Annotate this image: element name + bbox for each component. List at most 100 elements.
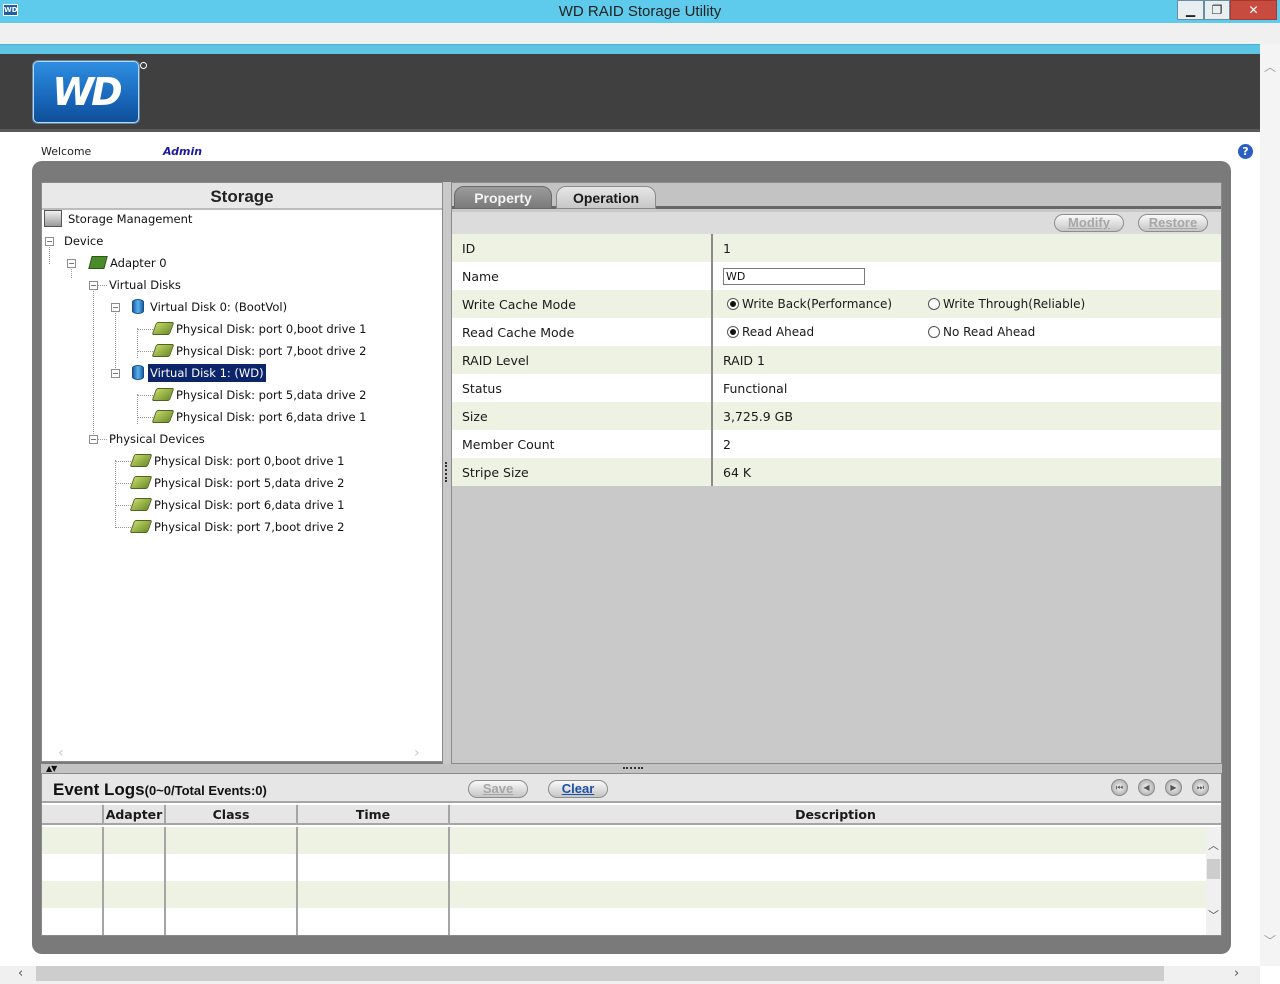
table-row (42, 854, 1206, 881)
clear-log-button[interactable]: Clear (548, 780, 608, 798)
help-icon[interactable]: ? (1238, 144, 1253, 159)
app-window: WD WD RAID Storage Utility ▁ ❐ ✕ WD ︿ ﹀ … (0, 0, 1280, 984)
table-row (42, 908, 1206, 935)
welcome-label: Welcome (41, 145, 92, 158)
col-blank (42, 805, 104, 825)
adapter-collapse-toggle[interactable]: − (67, 259, 76, 268)
splitter-grip-icon (445, 462, 448, 482)
restore-button[interactable]: Restore (1138, 214, 1208, 232)
page-vertical-scrollbar[interactable]: ︿ ﹀ (1260, 44, 1280, 966)
tree-physical-devices[interactable]: Physical Devices (107, 430, 207, 448)
write-through-radio[interactable]: Write Through(Reliable) (928, 297, 1085, 311)
prev-page-icon[interactable]: ◀ (1138, 779, 1155, 796)
scroll-down-icon[interactable]: ﹀ (1208, 907, 1219, 923)
tree-physical-device-4[interactable]: Physical Disk: port 7,boot drive 2 (129, 518, 346, 536)
vd0-collapse-toggle[interactable]: − (111, 303, 120, 312)
tree-virtual-disks[interactable]: Virtual Disks (107, 276, 183, 294)
physical-devices-collapse-toggle[interactable]: − (89, 435, 98, 444)
tab-property[interactable]: Property (454, 186, 552, 209)
prop-value: 3,725.9 GB (723, 409, 793, 424)
physical-disk-icon (151, 410, 175, 423)
scroll-left-icon[interactable]: ‹ (58, 745, 64, 761)
prop-row-id: ID 1 (452, 234, 1221, 262)
event-log-scrollbar[interactable]: ︿ ﹀ (1206, 827, 1221, 935)
tree-vd0-physical-disk-1[interactable]: Physical Disk: port 0,boot drive 1 (151, 320, 368, 338)
prop-row-stripe-size: Stripe Size 64 K (452, 458, 1221, 486)
tree-storage-management[interactable]: Storage Management (44, 210, 194, 228)
tree-horizontal-scrollbar[interactable]: ‹ › (42, 745, 442, 761)
event-log-columns: Adapter Class Time Description (42, 805, 1221, 825)
event-log-header: Event Logs(0~0/Total Events:0) Save Clea… (42, 774, 1221, 803)
last-page-icon[interactable]: ⏭ (1192, 779, 1209, 796)
minimize-button[interactable]: ▁ (1177, 0, 1204, 20)
prop-label: Member Count (462, 437, 555, 452)
maximize-button[interactable]: ❐ (1204, 0, 1230, 20)
col-description[interactable]: Description (450, 805, 1221, 825)
username: Admin (163, 145, 203, 158)
prop-row-name: Name (452, 262, 1221, 290)
col-adapter[interactable]: Adapter (104, 805, 166, 825)
tree-adapter-0[interactable]: Adapter 0 (88, 254, 169, 272)
scroll-left-icon[interactable]: ‹ (18, 966, 23, 981)
physical-disk-icon (151, 322, 175, 335)
page-horizontal-scrollbar[interactable]: ‹ › (0, 966, 1260, 984)
prop-row-write-cache: Write Cache Mode Write Back(Performance)… (452, 290, 1221, 318)
scroll-thumb[interactable] (36, 966, 1164, 981)
virtual-disk-icon (132, 365, 144, 380)
physical-disk-icon (151, 388, 175, 401)
splitter-grip-icon (623, 767, 643, 770)
close-button[interactable]: ✕ (1230, 0, 1277, 20)
tree-device[interactable]: Device (62, 232, 105, 250)
vertical-splitter[interactable] (443, 182, 451, 764)
menu-strip (0, 23, 1280, 44)
prop-label: Name (462, 269, 499, 284)
table-row (42, 881, 1206, 908)
property-panel: Property Operation Modify Restore ID 1 N… (451, 182, 1222, 764)
horizontal-splitter[interactable]: ▲▼ (41, 764, 1222, 773)
virtual-disks-collapse-toggle[interactable]: − (89, 281, 98, 290)
scroll-right-icon[interactable]: › (414, 745, 420, 761)
name-input[interactable] (723, 268, 865, 285)
vd1-collapse-toggle[interactable]: − (111, 369, 120, 378)
modify-button[interactable]: Modify (1054, 214, 1124, 232)
next-page-icon[interactable]: ▶ (1165, 779, 1182, 796)
radio-selected-icon (727, 298, 739, 310)
scroll-up-icon[interactable]: ︿ (1264, 58, 1276, 75)
read-ahead-radio[interactable]: Read Ahead (727, 325, 814, 339)
property-table: ID 1 Name Write Cache Mode Write Back(Pe… (452, 234, 1221, 486)
prop-row-read-cache: Read Cache Mode Read Ahead No Read Ahead (452, 318, 1221, 346)
prop-row-raid-level: RAID Level RAID 1 (452, 346, 1221, 374)
event-log-title: Event Logs(0~0/Total Events:0) (53, 780, 267, 799)
prop-row-member-count: Member Count 2 (452, 430, 1221, 458)
scroll-thumb[interactable] (1207, 859, 1220, 879)
tree-vd1-physical-disk-1[interactable]: Physical Disk: port 5,data drive 2 (151, 386, 369, 404)
no-read-ahead-radio[interactable]: No Read Ahead (928, 325, 1035, 339)
tree-physical-device-3[interactable]: Physical Disk: port 6,data drive 1 (129, 496, 347, 514)
col-time[interactable]: Time (298, 805, 450, 825)
tree-vd0-physical-disk-2[interactable]: Physical Disk: port 7,boot drive 2 (151, 342, 368, 360)
storage-management-icon (44, 210, 62, 227)
tree-virtual-disk-1[interactable]: Virtual Disk 1: (WD) (132, 363, 267, 383)
save-log-button[interactable]: Save (468, 780, 528, 798)
tree-physical-device-1[interactable]: Physical Disk: port 0,boot drive 1 (129, 452, 346, 470)
tree-virtual-disk-0[interactable]: Virtual Disk 0: (BootVol) (132, 298, 289, 316)
tree-vd1-physical-disk-2[interactable]: Physical Disk: port 6,data drive 1 (151, 408, 369, 426)
prop-row-status: Status Functional (452, 374, 1221, 402)
event-log-rows (42, 827, 1206, 935)
col-class[interactable]: Class (166, 805, 298, 825)
prop-label: Size (462, 409, 488, 424)
collapse-arrows-icon[interactable]: ▲▼ (46, 764, 57, 773)
first-page-icon[interactable]: ⏮ (1111, 779, 1128, 796)
storage-title: Storage (42, 183, 442, 210)
physical-disk-icon (129, 520, 153, 533)
scroll-down-icon[interactable]: ﹀ (1264, 932, 1276, 949)
scroll-up-icon[interactable]: ︿ (1208, 837, 1219, 853)
tab-operation[interactable]: Operation (556, 186, 656, 209)
title-bar: WD WD RAID Storage Utility ▁ ❐ ✕ (0, 0, 1280, 23)
scroll-right-icon[interactable]: › (1234, 966, 1239, 981)
prop-value: 1 (723, 241, 731, 256)
tree-physical-device-2[interactable]: Physical Disk: port 5,data drive 2 (129, 474, 347, 492)
prop-label: RAID Level (462, 353, 530, 368)
write-back-radio[interactable]: Write Back(Performance) (727, 297, 892, 311)
device-collapse-toggle[interactable]: − (45, 237, 54, 246)
